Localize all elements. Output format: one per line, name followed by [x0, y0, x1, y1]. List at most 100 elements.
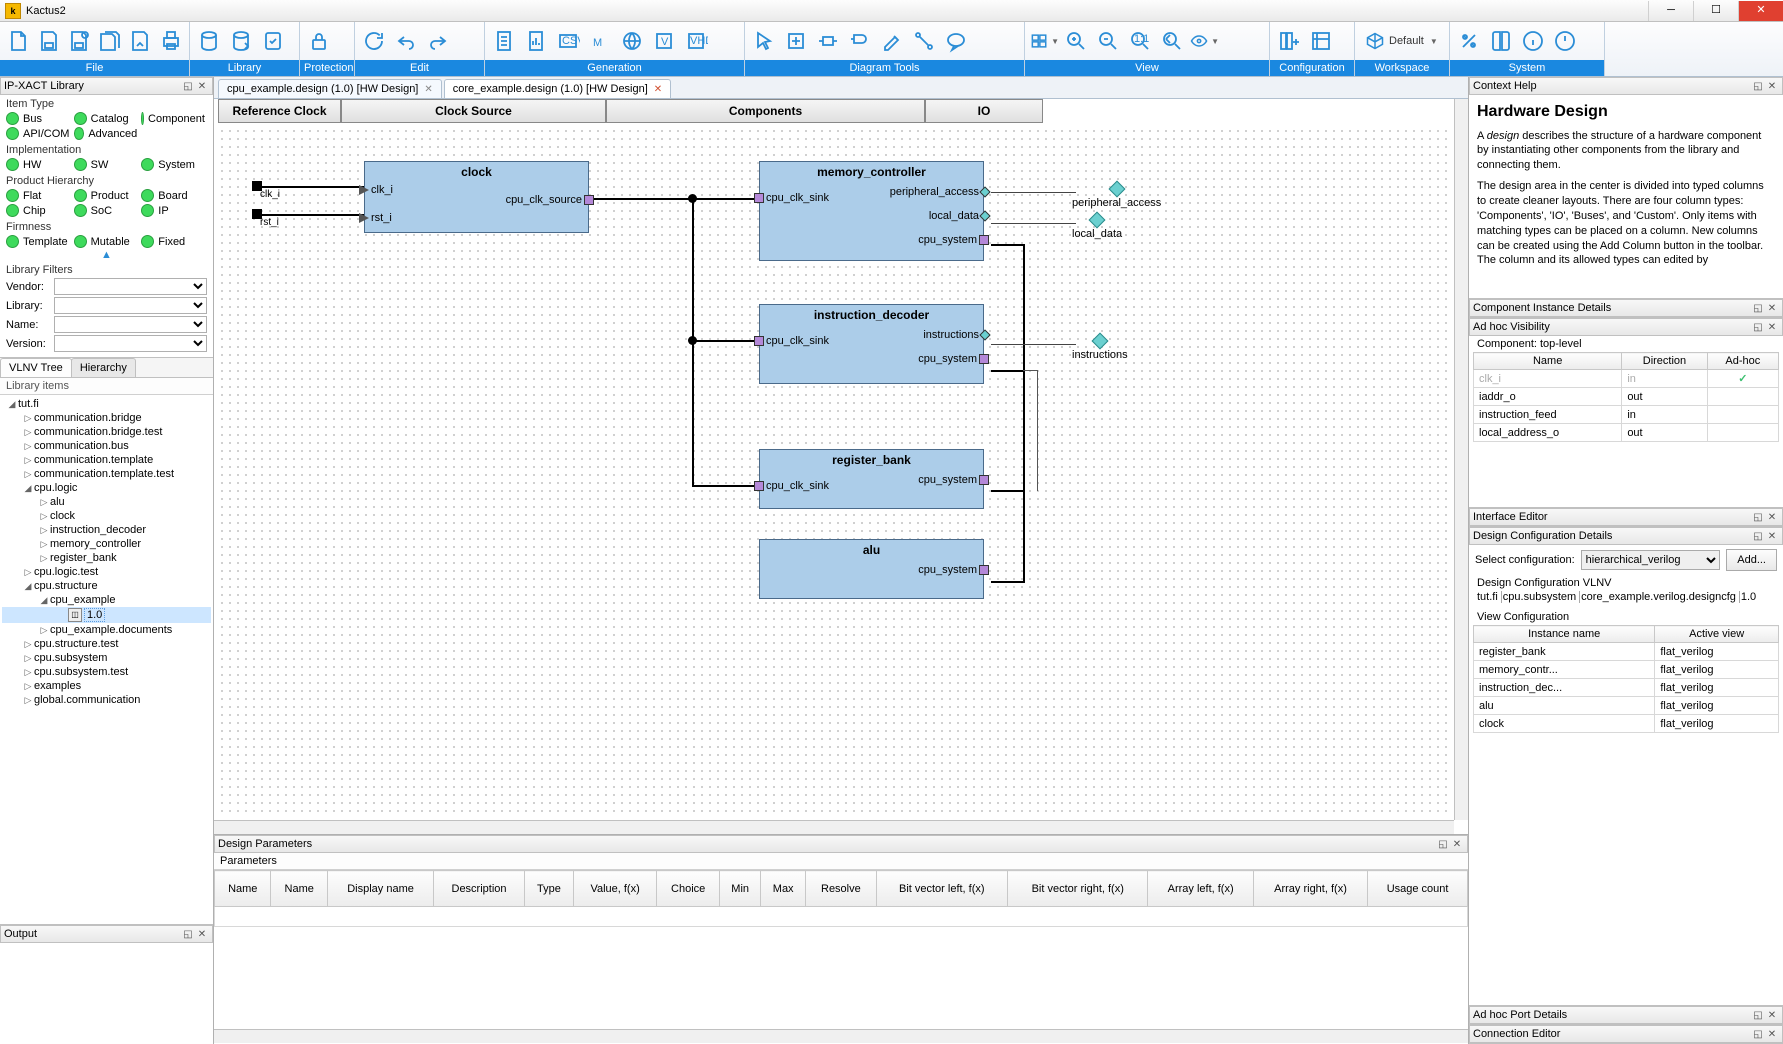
tree-item[interactable]: ◢cpu_example: [2, 593, 211, 607]
dock-restore-icon[interactable]: ◱: [1751, 512, 1765, 523]
print-button[interactable]: [157, 26, 186, 56]
minimize-button[interactable]: ─: [1648, 1, 1693, 21]
save-hier-button[interactable]: [126, 26, 155, 56]
tree-item[interactable]: ▷alu: [2, 495, 211, 509]
doc-tab[interactable]: cpu_example.design (1.0) [HW Design]✕: [218, 79, 442, 98]
library-check-button[interactable]: [258, 26, 288, 56]
tab-vlnv-tree[interactable]: VLNV Tree: [0, 358, 72, 377]
dock-restore-icon[interactable]: ◱: [1751, 531, 1765, 542]
table-row[interactable]: local_address_oout: [1474, 424, 1779, 442]
undo-button[interactable]: [391, 26, 421, 56]
filter-bus[interactable]: Bus: [4, 111, 72, 126]
filter-fixed[interactable]: Fixed: [139, 234, 207, 249]
zoom-reset-button[interactable]: 1:1: [1125, 26, 1155, 56]
table-row[interactable]: instruction_dec...flat_verilog: [1474, 679, 1779, 697]
tree-item[interactable]: ▷examples: [2, 679, 211, 693]
gen-csv-button[interactable]: CSV: [553, 26, 583, 56]
filters-collapse-icon[interactable]: ▲: [0, 249, 213, 261]
column-header[interactable]: Components: [606, 99, 925, 123]
vendor-select[interactable]: [54, 278, 207, 295]
tree-item[interactable]: ▷communication.bus: [2, 439, 211, 453]
connect-tool-button[interactable]: [909, 26, 939, 56]
dock-close-icon[interactable]: ✕: [1765, 322, 1779, 333]
tree-item[interactable]: ▷cpu.subsystem.test: [2, 665, 211, 679]
cfg-manage-button[interactable]: [1306, 26, 1336, 56]
design-canvas[interactable]: Reference ClockClock SourceComponentsIO …: [214, 99, 1468, 834]
column-header[interactable]: Reference Clock: [218, 99, 341, 123]
dock-restore-icon[interactable]: ◱: [1751, 81, 1765, 92]
tree-item[interactable]: ◫1.0: [2, 607, 211, 623]
tab-close-icon[interactable]: ✕: [654, 84, 662, 95]
dock-restore-icon[interactable]: ◱: [1436, 839, 1450, 850]
tree-item[interactable]: ◢cpu.structure: [2, 579, 211, 593]
table-row[interactable]: aluflat_verilog: [1474, 697, 1779, 715]
tree-item[interactable]: ▷cpu.logic.test: [2, 565, 211, 579]
refresh-button[interactable]: [359, 26, 389, 56]
tree-item[interactable]: ▷communication.template: [2, 453, 211, 467]
tree-item[interactable]: ◢cpu.logic: [2, 481, 211, 495]
tree-item[interactable]: ▷cpu_example.documents: [2, 623, 211, 637]
comp-instruction_decoder[interactable]: instruction_decodercpu_clk_sinkinstructi…: [759, 304, 984, 384]
dock-close-icon[interactable]: ✕: [1765, 512, 1779, 523]
dock-close-icon[interactable]: ✕: [195, 929, 209, 940]
params-table[interactable]: NameNameDisplay nameDescriptionTypeValue…: [214, 870, 1468, 927]
library-db-button[interactable]: [194, 26, 224, 56]
select-cfg-dropdown[interactable]: hierarchical_verilog: [1581, 550, 1721, 570]
filter-soc[interactable]: SoC: [72, 203, 140, 218]
zoom-out-button[interactable]: [1093, 26, 1123, 56]
zoom-in-button[interactable]: [1061, 26, 1091, 56]
filter-product[interactable]: Product: [72, 188, 140, 203]
dock-restore-icon[interactable]: ◱: [1751, 303, 1765, 314]
help-manual-button[interactable]: [1486, 26, 1516, 56]
dock-close-icon[interactable]: ✕: [195, 81, 209, 92]
dock-close-icon[interactable]: ✕: [1765, 81, 1779, 92]
gen-vhdl-button[interactable]: VHD: [681, 26, 711, 56]
save-as-button[interactable]: [65, 26, 94, 56]
about-button[interactable]: [1518, 26, 1548, 56]
doc-tab[interactable]: core_example.design (1.0) [HW Design]✕: [444, 79, 671, 98]
filter-ip[interactable]: IP: [139, 203, 207, 218]
gen-report-button[interactable]: [521, 26, 551, 56]
save-button[interactable]: [35, 26, 64, 56]
add-component-button[interactable]: [781, 26, 811, 56]
save-all-button[interactable]: [96, 26, 125, 56]
dock-restore-icon[interactable]: ◱: [181, 929, 195, 940]
tree-item[interactable]: ▷global.communication: [2, 693, 211, 707]
table-row[interactable]: iaddr_oout: [1474, 388, 1779, 406]
version-select[interactable]: [54, 335, 207, 352]
maximize-button[interactable]: ☐: [1693, 1, 1738, 21]
name-select[interactable]: [54, 316, 207, 333]
draft-tool-button[interactable]: [877, 26, 907, 56]
filter-mutable[interactable]: Mutable: [72, 234, 140, 249]
adhoc-table[interactable]: NameDirectionAd-hoc clk_iin✓iaddr_ooutin…: [1473, 352, 1779, 442]
params-hscroll[interactable]: [214, 1029, 1468, 1043]
tree-item[interactable]: ▷communication.bridge.test: [2, 425, 211, 439]
protection-lock-button[interactable]: [304, 26, 334, 56]
dock-restore-icon[interactable]: ◱: [1751, 1010, 1765, 1021]
tab-close-icon[interactable]: ✕: [424, 84, 432, 95]
tree-item[interactable]: ▷memory_controller: [2, 537, 211, 551]
table-row[interactable]: clockflat_verilog: [1474, 715, 1779, 733]
library-tree[interactable]: ◢tut.fi▷communication.bridge▷communicati…: [0, 395, 213, 924]
filter-board[interactable]: Board: [139, 188, 207, 203]
gen-memory-button[interactable]: M: [585, 26, 615, 56]
canvas-vscroll[interactable]: [1454, 99, 1468, 820]
tree-item[interactable]: ▷instruction_decoder: [2, 523, 211, 537]
dock-restore-icon[interactable]: ◱: [181, 81, 195, 92]
io-instructions[interactable]: instructions: [1072, 335, 1128, 361]
tree-item[interactable]: ◢tut.fi: [2, 397, 211, 411]
tree-item[interactable]: ▷communication.template.test: [2, 467, 211, 481]
canvas-hscroll[interactable]: [214, 820, 1454, 834]
dock-restore-icon[interactable]: ◱: [1751, 322, 1765, 333]
filter-apicom[interactable]: API/COM: [4, 126, 72, 141]
comp-memory_controller[interactable]: memory_controllercpu_clk_sinkperipheral_…: [759, 161, 984, 261]
dock-close-icon[interactable]: ✕: [1765, 1029, 1779, 1040]
table-row[interactable]: clk_iin✓: [1474, 370, 1779, 388]
filter-catalog[interactable]: Catalog: [72, 111, 140, 126]
filter-flat[interactable]: Flat: [4, 188, 72, 203]
gen-web-button[interactable]: [617, 26, 647, 56]
tab-hierarchy[interactable]: Hierarchy: [71, 358, 136, 377]
note-tool-button[interactable]: [941, 26, 971, 56]
close-button[interactable]: ✕: [1738, 1, 1783, 21]
filter-system[interactable]: System: [139, 157, 207, 172]
